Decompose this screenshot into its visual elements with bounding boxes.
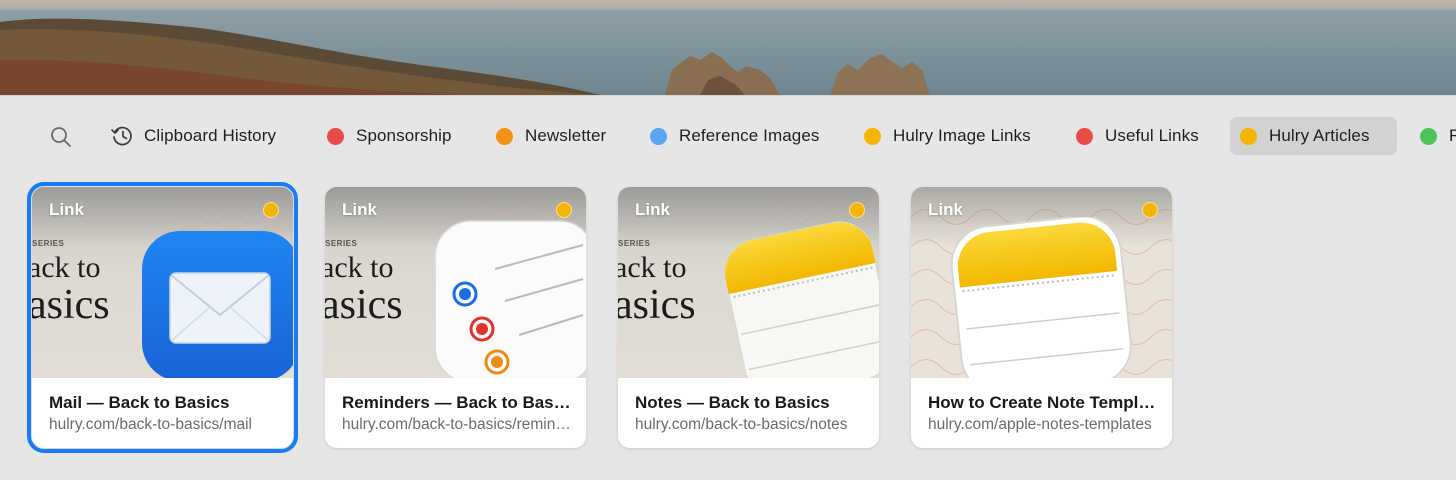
- series-label: SERIES: [32, 239, 65, 248]
- tab-bar: Clipboard History Sponsorship Newsletter…: [0, 114, 1456, 158]
- notes-app-icon: [950, 217, 1132, 378]
- thumbnail-heading-line1: ack to: [32, 251, 101, 284]
- tab-r[interactable]: R: [1410, 117, 1456, 155]
- clip-type-label: Link: [635, 200, 670, 219]
- card-url: hulry.com/apple-notes-templates: [928, 416, 1152, 433]
- clock-history-icon: [110, 124, 134, 148]
- card-thumbnail: SERIES ack to asics Link: [32, 187, 293, 378]
- clip-card-mail[interactable]: SERIES ack to asics Link Mail — Back to …: [27, 182, 298, 453]
- thumbnail-heading-line2: asics: [325, 282, 403, 328]
- card-thumbnail: SERIES ack to asics Link: [325, 187, 586, 378]
- card-url: hulry.com/back-to-basics/mail: [49, 416, 252, 433]
- tab-label: Newsletter: [525, 126, 607, 145]
- mail-app-icon: [142, 231, 293, 378]
- tab-label: Sponsorship: [356, 126, 452, 145]
- clip-type-label: Link: [342, 200, 377, 219]
- tab-label: Hulry Image Links: [893, 126, 1031, 145]
- reminders-app-icon: [434, 220, 586, 378]
- color-dot: [650, 127, 667, 145]
- color-dot: [327, 127, 344, 145]
- tab-label: R: [1449, 126, 1456, 145]
- card-title: Mail — Back to Basics: [49, 393, 230, 412]
- color-dot: [1076, 127, 1093, 145]
- color-dot: [1420, 127, 1437, 145]
- search-icon: [51, 127, 71, 147]
- card-thumbnail: SERIES ack to asics Link: [618, 187, 879, 378]
- thumbnail-heading-line1: ack to: [325, 251, 394, 284]
- color-dot: [864, 127, 881, 145]
- clip-type-label: Link: [49, 200, 84, 219]
- card-title: Notes — Back to Basics: [635, 393, 830, 412]
- series-label: SERIES: [325, 239, 358, 248]
- clip-type-label: Link: [928, 200, 963, 219]
- thumbnail-heading-line2: asics: [618, 282, 696, 328]
- tag-color-dot: [1142, 202, 1158, 218]
- tab-hulry-image-links[interactable]: Hulry Image Links: [854, 117, 1043, 155]
- tab-clipboard-history[interactable]: Clipboard History: [100, 117, 288, 155]
- series-label: SERIES: [618, 239, 651, 248]
- desktop-wallpaper: [0, 0, 1456, 95]
- card-url: hulry.com/back-to-basics/reminders: [342, 416, 574, 433]
- card-title: How to Create Note Templates: [928, 393, 1160, 412]
- tab-label: Hulry Articles: [1269, 126, 1370, 145]
- card-title: Reminders — Back to Basics: [342, 393, 574, 412]
- tab-useful-links[interactable]: Useful Links: [1066, 117, 1211, 155]
- tab-label: Reference Images: [679, 126, 820, 145]
- color-dot: [1240, 127, 1257, 145]
- color-dot: [496, 127, 513, 145]
- tab-sponsorship[interactable]: Sponsorship: [317, 117, 464, 155]
- clip-card-notes[interactable]: SERIES ack to asics Link Notes — Back to…: [618, 187, 879, 448]
- clip-card-reminders[interactable]: SERIES ack to asics Link Reminders — Bac…: [325, 187, 586, 448]
- tab-newsletter[interactable]: Newsletter: [486, 117, 618, 155]
- tag-color-dot: [849, 202, 865, 218]
- search-button[interactable]: [46, 122, 76, 152]
- tab-reference-images[interactable]: Reference Images: [640, 117, 832, 155]
- tag-color-dot: [556, 202, 572, 218]
- clip-card-note-templates[interactable]: Link How to Create Note Templates hulry.…: [911, 187, 1172, 448]
- card-url: hulry.com/back-to-basics/notes: [635, 416, 848, 433]
- tab-label: Clipboard History: [144, 126, 277, 145]
- thumbnail-heading-line1: ack to: [618, 251, 687, 284]
- notes-app-icon: [724, 221, 879, 378]
- clipboard-panel: Clipboard History Sponsorship Newsletter…: [0, 95, 1456, 480]
- card-thumbnail: Link: [911, 187, 1172, 378]
- thumbnail-heading-line2: asics: [32, 282, 110, 328]
- tab-label: Useful Links: [1105, 126, 1199, 145]
- tab-hulry-articles[interactable]: Hulry Articles: [1230, 117, 1397, 155]
- tag-color-dot: [263, 202, 279, 218]
